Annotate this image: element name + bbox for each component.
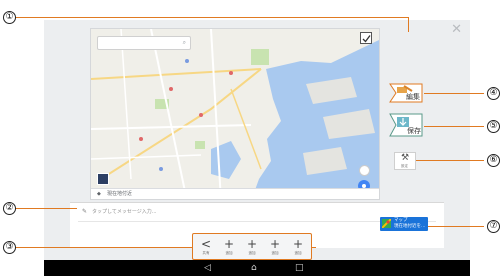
- add-button-3[interactable]: + 追加: [266, 237, 284, 259]
- plus-icon: +: [269, 237, 281, 251]
- map-layer-thumbnail[interactable]: [97, 173, 109, 185]
- select-checkbox[interactable]: [360, 32, 372, 44]
- callout-2: ②: [3, 202, 16, 215]
- leader-line-5: [424, 126, 484, 127]
- back-icon[interactable]: ◁: [204, 261, 211, 275]
- leader-line-2: [15, 208, 77, 209]
- share-icon: <: [200, 237, 212, 251]
- add-button-2[interactable]: + 追加: [243, 237, 261, 259]
- figure: ✕ ⌕ ◆ 現在地付近 編集 保存 ⚒ 設定 ✎ タップしてメッセージ入力...…: [0, 0, 504, 276]
- callout-5: ⑤: [487, 120, 500, 133]
- plus-icon: +: [246, 237, 258, 251]
- location-pin-icon: ◆: [97, 191, 101, 197]
- callout-7: ⑦: [487, 220, 500, 233]
- add-label: 追加: [271, 251, 279, 255]
- add-label: 追加: [225, 251, 233, 255]
- message-placeholder: タップしてメッセージ入力...: [92, 209, 157, 215]
- map-location-bar: ◆ 現在地付近: [91, 188, 379, 199]
- pencil-icon: ✎: [82, 208, 88, 215]
- search-icon: ⌕: [182, 39, 186, 46]
- maps-cta-subtitle: 現在地付近を…: [394, 224, 426, 229]
- leader-line-6: [416, 160, 484, 161]
- recent-apps-icon[interactable]: □: [295, 261, 304, 275]
- leader-line-3-end: [312, 247, 316, 248]
- tablet-screen: ✕ ⌕ ◆ 現在地付近 編集 保存 ⚒ 設定 ✎ タップしてメッセージ入力...…: [44, 20, 470, 276]
- map-graphic: [91, 29, 379, 199]
- leader-line-3: [15, 247, 192, 248]
- save-label: 保存: [407, 127, 421, 135]
- compass-button[interactable]: [359, 165, 370, 176]
- map-preview[interactable]: ⌕ ◆ 現在地付近: [90, 28, 380, 200]
- add-button-4[interactable]: + 追加: [289, 237, 307, 259]
- maps-icon: [382, 219, 391, 228]
- add-button-1[interactable]: + 追加: [220, 237, 238, 259]
- settings-label: 設定: [401, 164, 408, 168]
- save-button[interactable]: 保存: [388, 112, 424, 138]
- settings-button[interactable]: ⚒ 設定: [394, 152, 416, 170]
- wrench-icon: ⚒: [401, 153, 410, 163]
- checkmark-icon: [362, 35, 371, 43]
- edit-button[interactable]: 編集: [388, 82, 424, 104]
- share-button[interactable]: < 共有: [197, 237, 215, 259]
- maps-app-button[interactable]: マップ 現在地付近を…: [380, 217, 428, 231]
- callout-3: ③: [3, 241, 16, 254]
- callout-6: ⑥: [487, 154, 500, 167]
- share-label: 共有: [202, 251, 210, 255]
- attachment-toolbar: < 共有 + 追加 + 追加 + 追加 + 追加: [192, 233, 312, 260]
- map-location-label: 現在地付近: [107, 191, 133, 197]
- home-icon[interactable]: ⌂: [251, 261, 257, 275]
- callout-4: ④: [487, 87, 500, 100]
- maps-cta-title: マップ: [394, 218, 408, 223]
- leader-line-7: [428, 226, 484, 227]
- system-navigation-bar: ◁ ⌂ □: [44, 260, 470, 276]
- leader-line-4: [424, 93, 484, 94]
- leader-line-1-drop: [408, 17, 409, 32]
- edit-label: 編集: [406, 93, 420, 101]
- plus-icon: +: [292, 237, 304, 251]
- add-label: 追加: [248, 251, 256, 255]
- map-search-bar[interactable]: ⌕: [97, 36, 191, 50]
- add-label: 追加: [294, 251, 302, 255]
- callout-1: ①: [3, 11, 16, 24]
- plus-icon: +: [223, 237, 235, 251]
- leader-line-1: [15, 17, 408, 18]
- close-icon[interactable]: ✕: [451, 23, 462, 36]
